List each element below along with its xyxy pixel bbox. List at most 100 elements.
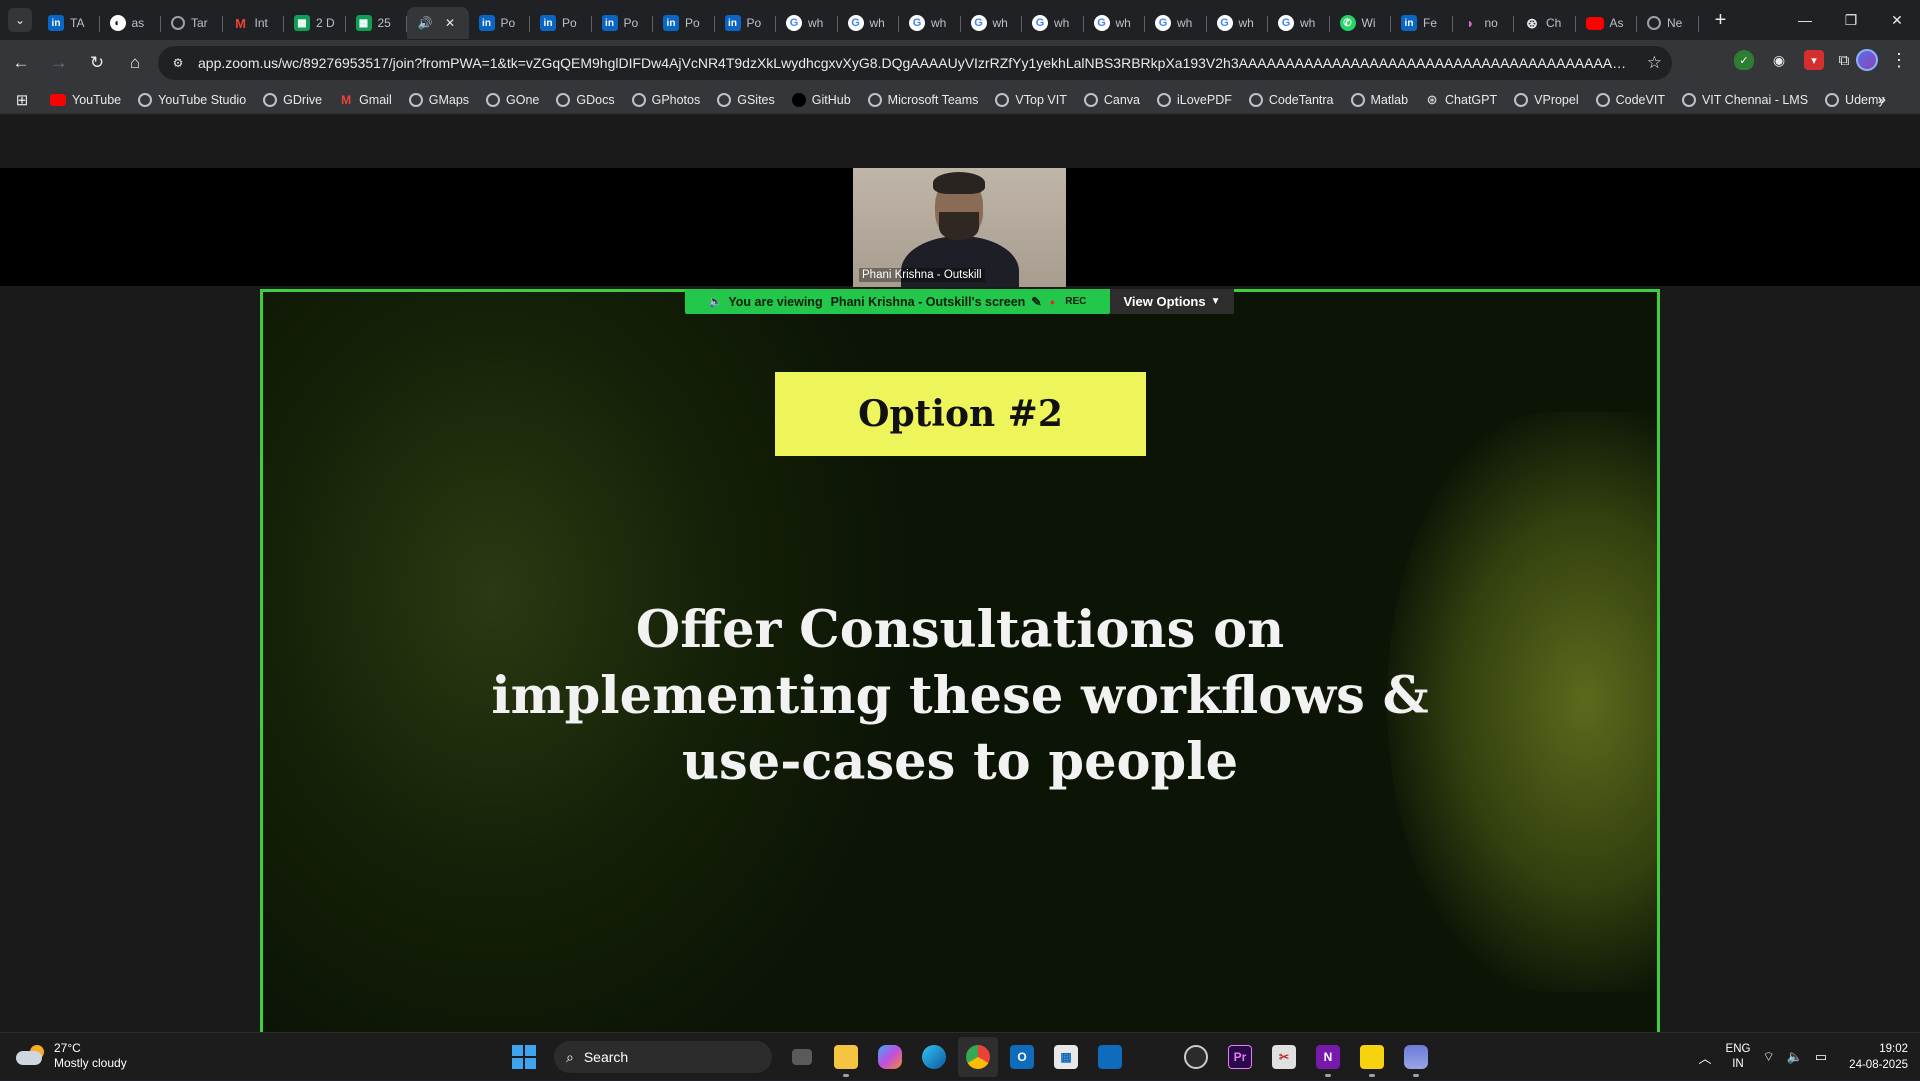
forward-arrow-icon[interactable]: → (42, 46, 76, 80)
view-options-button[interactable]: View Options ▼ (1110, 289, 1234, 314)
taskbar-search[interactable]: ⌕ Search (554, 1041, 772, 1073)
browser-tab[interactable]: Gwh (776, 7, 838, 39)
file-explorer-icon[interactable] (826, 1037, 866, 1077)
pocket-extension-icon[interactable]: ▾ (1804, 50, 1824, 70)
tab-search-chevron-icon[interactable]: ⌄ (8, 8, 32, 32)
tab-label: as (131, 16, 145, 30)
battery-icon[interactable]: ▭ (1815, 1049, 1827, 1065)
bookmark-item[interactable]: GOne (486, 92, 539, 107)
tab-label: Po (562, 16, 577, 30)
start-button[interactable] (504, 1037, 544, 1077)
browser-tab[interactable]: Gwh (1084, 7, 1146, 39)
browser-tab[interactable]: Gwh (1207, 7, 1269, 39)
bookmark-item[interactable]: iLovePDF (1156, 92, 1232, 107)
new-tab-plus-icon[interactable]: + (1707, 6, 1735, 34)
bookmark-item[interactable]: GDrive (263, 92, 322, 107)
task-view-icon[interactable] (782, 1037, 822, 1077)
snipping-tool-icon[interactable]: ✂ (1264, 1037, 1304, 1077)
bookmark-item[interactable]: ⊛ ChatGPT (1425, 92, 1498, 107)
bookmark-item[interactable]: VTop VIT (995, 92, 1067, 107)
outlook-icon[interactable]: O (1002, 1037, 1042, 1077)
bookmark-item[interactable]: Matlab (1350, 92, 1408, 107)
participant-video[interactable]: Phani Krishna - Outskill (853, 168, 1066, 287)
bookmark-item[interactable]: Udemy (1825, 92, 1885, 107)
wifi-icon[interactable]: ⌔ (1762, 1049, 1774, 1065)
close-tab-icon[interactable]: ✕ (445, 16, 455, 30)
copilot-icon[interactable] (870, 1037, 910, 1077)
bookmark-item[interactable]: VPropel (1514, 92, 1579, 107)
bookmark-item[interactable]: Canva (1083, 92, 1140, 107)
browser-tab[interactable]: ✆ Wi (1330, 7, 1392, 39)
reload-icon[interactable]: ↻ (80, 46, 114, 80)
browser-tab[interactable]: 🔊 ✕ (407, 7, 469, 39)
browser-tab[interactable]: ▦ 2 D (284, 7, 346, 39)
sticky-notes-icon[interactable] (1352, 1037, 1392, 1077)
annotate-icon: ✎ (1031, 295, 1042, 309)
browser-tab[interactable]: Gwh (899, 7, 961, 39)
profile-avatar[interactable] (1856, 49, 1878, 71)
browser-tab[interactable]: Gwh (1268, 7, 1330, 39)
store-icon[interactable]: ▦ (1046, 1037, 1086, 1077)
bookmark-item[interactable]: YouTube (50, 93, 121, 107)
weather-widget[interactable]: 27°C Mostly cloudy (16, 1041, 127, 1071)
show-hidden-icons-chevron-icon[interactable]: ︿ (1699, 1048, 1712, 1067)
browser-tab[interactable]: in Po (715, 7, 777, 39)
zoom-app-icon[interactable] (1396, 1037, 1436, 1077)
restore-icon[interactable]: ❐ (1828, 0, 1874, 40)
bookmark-item[interactable]: GDocs (556, 92, 615, 107)
browser-tab[interactable]: in Po (592, 7, 654, 39)
home-icon[interactable]: ⌂ (118, 46, 152, 80)
bookmark-item[interactable]: Microsoft Teams (867, 92, 978, 107)
browser-tab[interactable]: As (1576, 7, 1638, 39)
extensions-puzzle-icon[interactable]: ⧉ (1834, 50, 1854, 70)
volume-icon[interactable]: 🔈 (1787, 1049, 1803, 1065)
browser-tab[interactable]: in TA (38, 7, 100, 39)
widget-app-icon[interactable] (1090, 1037, 1130, 1077)
onenote-icon[interactable]: N (1308, 1037, 1348, 1077)
bookmark-item[interactable]: GMaps (408, 92, 469, 107)
browser-tab[interactable]: in Po (469, 7, 531, 39)
tab-label: 25 (377, 16, 391, 30)
browser-tab[interactable]: Gwh (961, 7, 1023, 39)
browser-tab[interactable]: Tar (161, 7, 223, 39)
browser-tab[interactable]: ◗ no (1453, 7, 1515, 39)
browser-tab[interactable]: Ne (1637, 7, 1699, 39)
apps-grid-icon[interactable]: ⊞ (12, 90, 32, 110)
obs-icon[interactable] (1176, 1037, 1216, 1077)
browser-tab[interactable]: M Int (223, 7, 285, 39)
browser-tab[interactable]: ⊛ Ch (1514, 7, 1576, 39)
bookmark-item[interactable]: GPhotos (631, 92, 700, 107)
camera-extension-icon[interactable]: ◉ (1769, 50, 1789, 70)
shield-extension-icon[interactable]: ✓ (1734, 50, 1754, 70)
browser-menu-icon[interactable]: ⋮ (1890, 50, 1908, 71)
browser-tab[interactable]: ◐ as (100, 7, 162, 39)
bookmark-item[interactable]: CodeTantra (1248, 92, 1334, 107)
browser-tab[interactable]: Gwh (1145, 7, 1207, 39)
clock[interactable]: 19:02 24-08-2025 (1849, 1041, 1908, 1073)
premiere-icon[interactable]: Pr (1220, 1037, 1260, 1077)
bookmark-item[interactable]: M Gmail (339, 93, 392, 107)
site-info-icon[interactable]: ⚙ (166, 51, 190, 75)
bookmark-item[interactable]: VIT Chennai - LMS (1681, 92, 1808, 107)
url-text[interactable]: app.zoom.us/wc/89276953517/join?fromPWA=… (198, 55, 1628, 71)
browser-tab[interactable]: Gwh (838, 7, 900, 39)
browser-tab[interactable]: in Po (530, 7, 592, 39)
language-indicator[interactable]: ENG IN (1726, 1042, 1751, 1072)
browser-tab[interactable]: ▦ 25 (346, 7, 408, 39)
more-bookmarks-icon[interactable]: » (1878, 91, 1886, 108)
bookmark-item[interactable]: YouTube Studio (138, 92, 246, 107)
edge-icon[interactable] (914, 1037, 954, 1077)
minimize-icon[interactable]: — (1782, 0, 1828, 40)
close-window-icon[interactable]: ✕ (1874, 0, 1920, 40)
region-code: IN (1732, 1058, 1744, 1070)
back-arrow-icon[interactable]: ← (4, 46, 38, 80)
bookmark-item[interactable]: CodeVIT (1595, 92, 1665, 107)
browser-tab[interactable]: in Po (653, 7, 715, 39)
browser-tab[interactable]: in Fe (1391, 7, 1453, 39)
browser-tab[interactable]: Gwh (1022, 7, 1084, 39)
address-bar[interactable]: ⚙ app.zoom.us/wc/89276953517/join?fromPW… (158, 46, 1672, 80)
bookmark-item[interactable]: GSites (717, 92, 775, 107)
chrome-icon[interactable] (958, 1037, 998, 1077)
bookmark-star-icon[interactable]: ☆ (1647, 53, 1662, 73)
bookmark-item[interactable]: GitHub (791, 92, 851, 107)
